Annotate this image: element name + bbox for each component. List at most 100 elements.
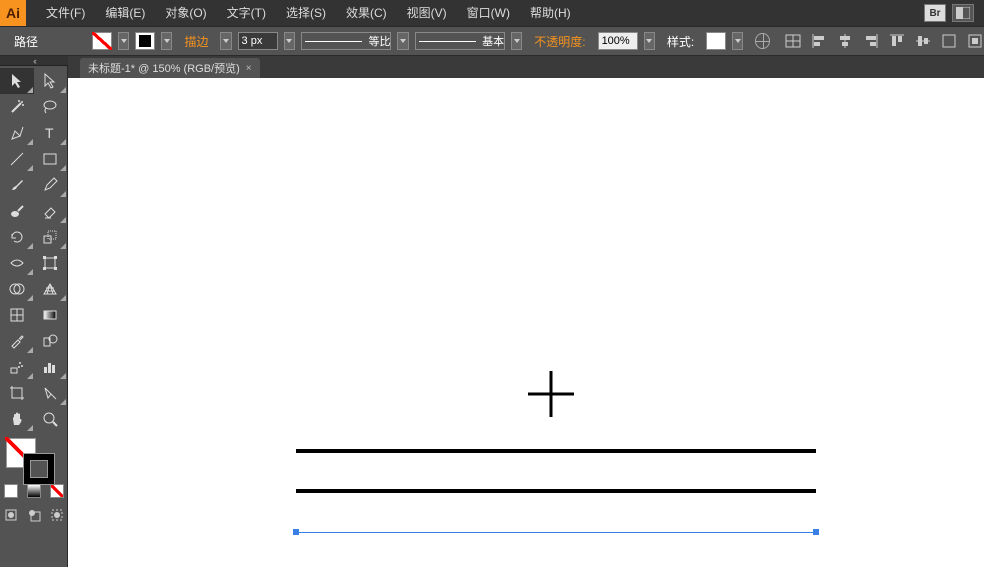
stroke-weight-dropdown[interactable] — [284, 32, 295, 50]
workspace: 未标题-1* @ 150% (RGB/预览) × — [68, 56, 984, 567]
draw-behind-icon[interactable] — [23, 504, 46, 526]
anchor-point-right[interactable] — [813, 529, 819, 535]
rotate-tool[interactable] — [0, 224, 34, 250]
eyedropper-tool[interactable] — [0, 328, 34, 354]
crosshair-cursor — [528, 371, 574, 417]
align-group — [784, 32, 984, 50]
menu-file[interactable]: 文件(F) — [36, 0, 95, 26]
rectangle-tool[interactable] — [34, 146, 68, 172]
align-right-icon[interactable] — [862, 32, 880, 50]
transform-icon[interactable] — [940, 32, 958, 50]
menu-window[interactable]: 窗口(W) — [457, 0, 520, 26]
type-tool[interactable]: T — [34, 120, 68, 146]
artwork — [68, 78, 984, 567]
graphic-style-swatch[interactable] — [706, 32, 726, 50]
style-label: 样式: — [661, 33, 700, 50]
recolor-artwork-icon[interactable] — [755, 33, 770, 49]
paintbrush-tool[interactable] — [0, 172, 34, 198]
selection-type-label: 路径 — [8, 33, 44, 50]
opacity-label[interactable]: 不透明度: — [528, 33, 591, 50]
scale-tool[interactable] — [34, 224, 68, 250]
stroke-weight-input[interactable]: 3 px — [238, 32, 278, 50]
slice-tool[interactable] — [34, 380, 68, 406]
menu-type[interactable]: 文字(T) — [217, 0, 276, 26]
draw-normal-icon[interactable] — [0, 504, 23, 526]
eraser-tool[interactable] — [34, 198, 68, 224]
align-middle-v-icon[interactable] — [914, 32, 932, 50]
tools-panel: T — [0, 66, 68, 567]
opacity-input[interactable]: 100% — [598, 32, 638, 50]
shape-builder-tool[interactable] — [0, 276, 34, 302]
menu-object[interactable]: 对象(O) — [155, 0, 216, 26]
style-dropdown[interactable] — [732, 32, 743, 50]
path-line-selected[interactable] — [296, 532, 816, 533]
screen-mode-row — [0, 504, 68, 526]
anchor-point-left[interactable] — [293, 529, 299, 535]
width-tool[interactable] — [0, 250, 34, 276]
document-tab-bar: 未标题-1* @ 150% (RGB/预览) × — [68, 56, 984, 78]
profile-label: 等比 — [368, 33, 390, 49]
zoom-tool[interactable] — [34, 406, 68, 432]
draw-inside-icon[interactable] — [45, 504, 68, 526]
svg-text:T: T — [45, 125, 54, 141]
perspective-grid-tool[interactable] — [34, 276, 68, 302]
menu-effect[interactable]: 效果(C) — [336, 0, 397, 26]
stroke-label[interactable]: 描边 — [178, 33, 214, 50]
main-menu: 文件(F) 编辑(E) 对象(O) 文字(T) 选择(S) 效果(C) 视图(V… — [36, 0, 581, 26]
selection-tool[interactable] — [0, 68, 34, 94]
options-bar: 路径 描边 3 px 等比 基本 不透明度: 100% 样式: — [0, 26, 984, 56]
canvas[interactable] — [68, 78, 984, 567]
line-segment-tool[interactable] — [0, 146, 34, 172]
symbol-sprayer-tool[interactable] — [0, 354, 34, 380]
column-graph-tool[interactable] — [34, 354, 68, 380]
isolate-icon[interactable] — [966, 32, 984, 50]
lasso-tool[interactable] — [34, 94, 68, 120]
fill-swatch-dropdown[interactable] — [118, 32, 129, 50]
stroke-indicator[interactable] — [24, 454, 54, 484]
artboard-tool[interactable] — [0, 380, 34, 406]
close-icon[interactable]: × — [246, 63, 252, 74]
bridge-button[interactable]: Br — [924, 4, 946, 22]
app-logo: Ai — [0, 0, 26, 26]
brush-definition[interactable]: 基本 — [415, 32, 506, 50]
stroke-weight-stepper[interactable] — [220, 32, 231, 50]
menu-bar: Ai 文件(F) 编辑(E) 对象(O) 文字(T) 选择(S) 效果(C) 视… — [0, 0, 984, 26]
fill-stroke-control[interactable] — [0, 436, 68, 482]
color-mode-solid[interactable] — [4, 484, 18, 498]
pen-tool[interactable] — [0, 120, 34, 146]
stroke-swatch-dropdown[interactable] — [161, 32, 172, 50]
color-mode-gradient[interactable] — [27, 484, 41, 498]
mesh-tool[interactable] — [0, 302, 34, 328]
document-tab-title: 未标题-1* @ 150% (RGB/预览) — [88, 60, 240, 76]
blend-tool[interactable] — [34, 328, 68, 354]
menu-help[interactable]: 帮助(H) — [520, 0, 581, 26]
align-top-icon[interactable] — [888, 32, 906, 50]
align-center-h-icon[interactable] — [836, 32, 854, 50]
gradient-tool[interactable] — [34, 302, 68, 328]
menu-view[interactable]: 视图(V) — [397, 0, 457, 26]
path-line-2[interactable] — [296, 489, 816, 493]
hand-tool[interactable] — [0, 406, 34, 432]
magic-wand-tool[interactable] — [0, 94, 34, 120]
brush-label: 基本 — [482, 33, 504, 49]
menu-edit[interactable]: 编辑(E) — [95, 0, 155, 26]
variable-width-profile[interactable]: 等比 — [301, 32, 392, 50]
fill-swatch[interactable] — [92, 32, 112, 50]
stroke-swatch[interactable] — [135, 32, 155, 50]
free-transform-tool[interactable] — [34, 250, 68, 276]
profile-dropdown[interactable] — [397, 32, 408, 50]
color-mode-row — [0, 482, 68, 500]
color-mode-none[interactable] — [50, 484, 64, 498]
blob-brush-tool[interactable] — [0, 198, 34, 224]
align-left-icon[interactable] — [810, 32, 828, 50]
brush-dropdown[interactable] — [511, 32, 522, 50]
menu-select[interactable]: 选择(S) — [276, 0, 336, 26]
direct-selection-tool[interactable] — [34, 68, 68, 94]
path-line-1[interactable] — [296, 449, 816, 453]
opacity-dropdown[interactable] — [644, 32, 655, 50]
document-tab[interactable]: 未标题-1* @ 150% (RGB/预览) × — [80, 58, 260, 78]
arrange-documents-button[interactable] — [952, 4, 974, 22]
pencil-tool[interactable] — [34, 172, 68, 198]
tools-collapse-grip[interactable] — [0, 56, 68, 66]
align-button-1[interactable] — [784, 32, 802, 50]
